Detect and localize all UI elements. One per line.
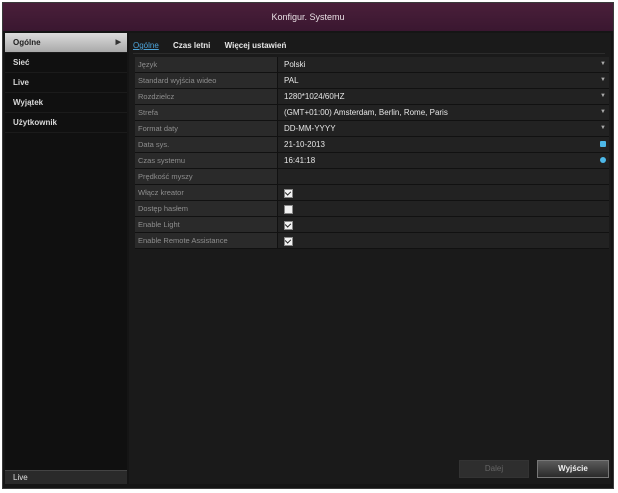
settings-row-date-format: Format daty DD-MM-YYYY ▼ bbox=[135, 121, 609, 137]
wizard-checkbox[interactable] bbox=[284, 189, 293, 198]
tab-more-settings[interactable]: Więcej ustawień bbox=[225, 39, 287, 53]
settings-row-language: Język Polski ▼ bbox=[135, 57, 609, 73]
date-format-select[interactable]: DD-MM-YYYY ▼ bbox=[278, 121, 609, 136]
dropdown-arrow-icon: ▼ bbox=[600, 93, 606, 99]
settings-row-video-standard: Standard wyjścia wideo PAL ▼ bbox=[135, 73, 609, 89]
checkbox-cell bbox=[278, 201, 609, 216]
sidebar-item-label: Użytkownik bbox=[13, 118, 58, 127]
settings-row-timezone: Strefa (GMT+01:00) Amsterdam, Berlin, Ro… bbox=[135, 105, 609, 121]
system-date-field[interactable]: 21-10-2013 bbox=[278, 137, 609, 152]
sidebar-item-exception[interactable]: Wyjątek bbox=[5, 93, 127, 113]
next-button[interactable]: Dalej bbox=[459, 460, 529, 478]
language-select[interactable]: Polski ▼ bbox=[278, 57, 609, 72]
remote-assistance-checkbox[interactable] bbox=[284, 237, 293, 246]
settings-row-password: Dostęp hasłem bbox=[135, 201, 609, 217]
video-standard-select[interactable]: PAL ▼ bbox=[278, 73, 609, 88]
settings-row-enable-light: Enable Light bbox=[135, 217, 609, 233]
row-label: Standard wyjścia wideo bbox=[135, 73, 278, 88]
row-label: Rozdzielcz bbox=[135, 89, 278, 104]
settings-row-system-time: Czas systemu 16:41:18 bbox=[135, 153, 609, 169]
live-view-button[interactable]: Live bbox=[5, 470, 127, 484]
row-label: Prędkość myszy bbox=[135, 169, 278, 184]
select-value: (GMT+01:00) Amsterdam, Berlin, Rome, Par… bbox=[284, 108, 448, 117]
row-label: Czas systemu bbox=[135, 153, 278, 168]
row-label: Dostęp hasłem bbox=[135, 201, 278, 216]
field-value: 16:41:18 bbox=[284, 156, 316, 165]
row-label: Format daty bbox=[135, 121, 278, 136]
sidebar-item-network[interactable]: Sieć bbox=[5, 53, 127, 73]
sidebar: Ogólne ▶ Sieć Live Wyjątek Użytkownik Li… bbox=[5, 33, 127, 484]
settings-row-resolution: Rozdzielcz 1280*1024/60HZ ▼ bbox=[135, 89, 609, 105]
dropdown-arrow-icon: ▼ bbox=[600, 77, 606, 83]
select-value: PAL bbox=[284, 76, 299, 85]
sidebar-item-label: Wyjątek bbox=[13, 98, 44, 107]
checkbox-cell bbox=[278, 217, 609, 232]
exit-button[interactable]: Wyjście bbox=[537, 460, 609, 478]
sidebar-item-label: Ogólne bbox=[13, 38, 41, 47]
sidebar-item-user[interactable]: Użytkownik bbox=[5, 113, 127, 133]
select-value: Polski bbox=[284, 60, 306, 69]
field-value: 21-10-2013 bbox=[284, 140, 325, 149]
settings-row-mouse-speed: Prędkość myszy bbox=[135, 169, 609, 185]
row-label: Enable Remote Assistance bbox=[135, 233, 278, 248]
window-title: Konfigur. Systemu bbox=[3, 3, 613, 31]
settings-panel: Ogólne Czas letni Więcej ustawień Język … bbox=[129, 33, 611, 484]
sidebar-item-label: Sieć bbox=[13, 58, 30, 67]
mouse-speed-slider[interactable] bbox=[278, 169, 609, 184]
config-window: Konfigur. Systemu Ogólne ▶ Sieć Live Wyj… bbox=[2, 2, 614, 489]
calendar-icon[interactable] bbox=[600, 141, 606, 147]
chevron-right-icon: ▶ bbox=[115, 39, 121, 46]
system-time-field[interactable]: 16:41:18 bbox=[278, 153, 609, 168]
row-label: Strefa bbox=[135, 105, 278, 120]
checkbox-cell bbox=[278, 233, 609, 248]
sidebar-item-live[interactable]: Live bbox=[5, 73, 127, 93]
enable-light-checkbox[interactable] bbox=[284, 221, 293, 230]
clock-icon[interactable] bbox=[600, 157, 606, 163]
checkbox-cell bbox=[278, 185, 609, 200]
row-label: Enable Light bbox=[135, 217, 278, 232]
select-value: DD-MM-YYYY bbox=[284, 124, 336, 133]
row-label: Data sys. bbox=[135, 137, 278, 152]
tab-general[interactable]: Ogólne bbox=[133, 39, 159, 53]
row-label: Język bbox=[135, 57, 278, 72]
dropdown-arrow-icon: ▼ bbox=[600, 125, 606, 131]
password-checkbox[interactable] bbox=[284, 205, 293, 214]
sidebar-item-label: Live bbox=[13, 78, 30, 87]
resolution-select[interactable]: 1280*1024/60HZ ▼ bbox=[278, 89, 609, 104]
settings-row-system-date: Data sys. 21-10-2013 bbox=[135, 137, 609, 153]
timezone-select[interactable]: (GMT+01:00) Amsterdam, Berlin, Rome, Par… bbox=[278, 105, 609, 120]
dropdown-arrow-icon: ▼ bbox=[600, 61, 606, 67]
tab-dst[interactable]: Czas letni bbox=[173, 39, 210, 53]
settings-row-wizard: Włącz kreator bbox=[135, 185, 609, 201]
dropdown-arrow-icon: ▼ bbox=[600, 109, 606, 115]
sidebar-item-general[interactable]: Ogólne ▶ bbox=[5, 33, 127, 53]
select-value: 1280*1024/60HZ bbox=[284, 92, 345, 101]
settings-row-remote-assistance: Enable Remote Assistance bbox=[135, 233, 609, 249]
settings-grid: Język Polski ▼ Standard wyjścia wideo PAL… bbox=[135, 57, 609, 249]
row-label: Włącz kreator bbox=[135, 185, 278, 200]
tab-bar: Ogólne Czas letni Więcej ustawień bbox=[133, 39, 605, 54]
